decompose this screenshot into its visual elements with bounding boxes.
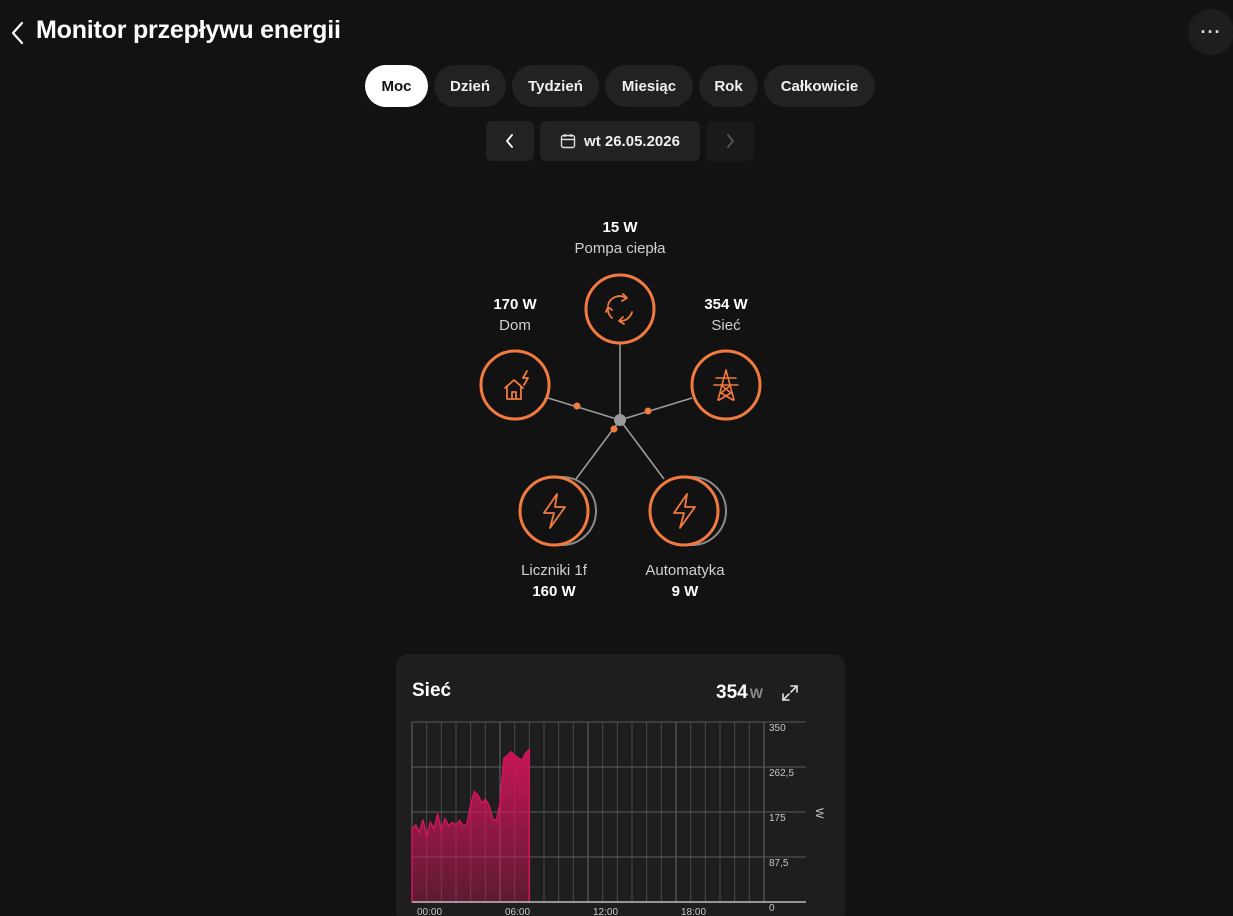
node-home[interactable] — [479, 349, 551, 421]
page-title: Monitor przepływu energii — [36, 16, 341, 44]
home-name: Dom — [499, 317, 531, 334]
x-tick-label: 00:00 — [417, 907, 442, 916]
tab-calkowicie[interactable]: Całkowicie — [764, 65, 875, 107]
x-tick-label: 18:00 — [681, 907, 706, 916]
x-tick-label: 06:00 — [505, 907, 530, 916]
heat-pump-label: 15 W Pompa ciepła — [540, 217, 700, 259]
heat-pump-power: 15 W — [602, 219, 638, 236]
back-button[interactable] — [6, 18, 30, 48]
y-axis-label: W — [813, 808, 825, 819]
tab-moc[interactable]: Moc — [365, 65, 428, 107]
home-power: 170 W — [493, 296, 537, 313]
grid-label: 354 W Sieć — [646, 294, 806, 336]
heat-pump-name: Pompa ciepła — [574, 240, 666, 257]
node-automation[interactable] — [648, 475, 727, 547]
next-day-button[interactable] — [706, 121, 754, 161]
card-value-number: 354 — [716, 682, 748, 703]
home-label: 170 W Dom — [435, 294, 595, 336]
line-grid — [619, 397, 693, 421]
line-meters — [575, 419, 621, 480]
y-tick-label: 350 — [769, 723, 786, 734]
more-options-button[interactable]: ··· — [1188, 9, 1233, 55]
y-tick-label: 87,5 — [769, 858, 789, 869]
tab-tydzien[interactable]: Tydzień — [512, 65, 599, 107]
flow-dot-grid — [644, 407, 652, 415]
node-grid[interactable] — [690, 349, 762, 421]
grid-power: 354 W — [704, 296, 748, 313]
tab-miesiac[interactable]: Miesiąc — [605, 65, 693, 107]
tab-rok[interactable]: Rok — [699, 65, 758, 107]
more-dots-icon: ··· — [1200, 21, 1222, 42]
automation-name: Automatyka — [645, 562, 725, 579]
y-tick-label: 262,5 — [769, 768, 794, 779]
line-automation — [619, 419, 665, 480]
card-current-value: 354 W — [716, 682, 763, 704]
card-title: Sieć — [412, 680, 452, 701]
chevron-left-icon — [11, 21, 24, 45]
grid-chart-card: 350 262,5 175 87,5 0 W 00:00 06:00 12:00 18:00 Si… — [396, 654, 845, 916]
period-tabs: Moc Dzień Tydzień Miesiąc Rok Całkowicie — [365, 65, 875, 107]
calendar-icon — [560, 134, 576, 149]
date-label: wt 26.05.2026 — [584, 132, 680, 150]
expand-icon[interactable] — [781, 684, 799, 702]
previous-day-button[interactable] — [486, 121, 534, 161]
x-tick-label: 12:00 — [593, 907, 618, 916]
y-tick-label: 0 — [769, 903, 775, 914]
chevron-right-icon — [727, 134, 734, 148]
date-navigation: wt 26.05.2026 — [486, 121, 754, 161]
node-meters[interactable] — [518, 475, 597, 547]
flow-dot-home — [573, 402, 581, 410]
automation-power: 9 W — [671, 583, 699, 600]
line-home — [547, 397, 621, 421]
grid-name: Sieć — [711, 317, 741, 334]
tab-dzien[interactable]: Dzień — [434, 65, 506, 107]
grid-power-chart: 350 262,5 175 87,5 0 W 00:00 06:00 12:00 18:00 — [411, 721, 825, 916]
y-tick-label: 175 — [769, 813, 786, 824]
automation-label: Automatyka 9 W — [605, 560, 765, 602]
flow-lines — [547, 342, 693, 480]
card-value-unit: W — [749, 685, 763, 701]
node-heat-pump[interactable] — [584, 273, 656, 345]
flow-dot-meters — [610, 425, 618, 433]
header: Monitor przepływu energii ··· — [0, 0, 1233, 64]
chevron-left-icon — [506, 134, 513, 148]
flow-hub — [614, 414, 626, 426]
date-picker-button[interactable]: wt 26.05.2026 — [540, 121, 700, 161]
